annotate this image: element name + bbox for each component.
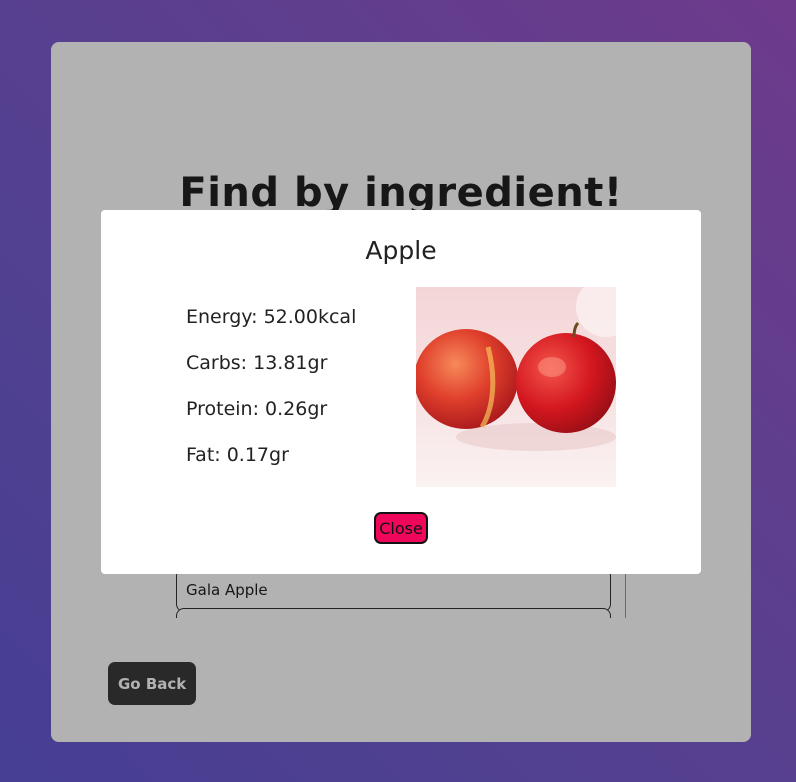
protein-value: Protein: 0.26gr <box>186 398 328 420</box>
close-button[interactable]: Close <box>374 512 428 544</box>
apple-photo <box>416 287 616 487</box>
ingredient-modal: Apple Energy: 52.00kcal Carbs: 13.81gr P… <box>101 210 701 574</box>
modal-title: Apple <box>365 236 437 265</box>
fat-value: Fat: 0.17gr <box>186 444 289 466</box>
carbs-value: Carbs: 13.81gr <box>186 352 328 374</box>
energy-value: Energy: 52.00kcal <box>186 306 357 328</box>
